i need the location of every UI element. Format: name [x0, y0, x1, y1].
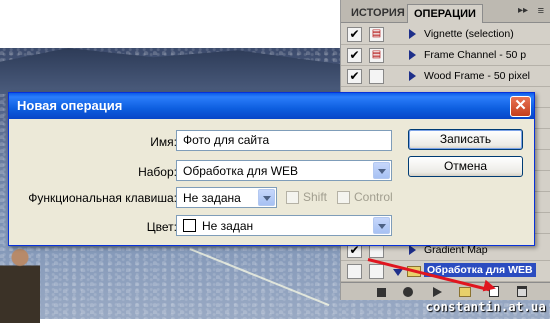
tab-history[interactable]: ИСТОРИЯ — [345, 4, 411, 23]
double-chevron-right-icon[interactable]: ▸▸ — [518, 5, 528, 16]
fisherman-figure — [0, 243, 40, 323]
checkbox-empty-icon[interactable] — [347, 264, 362, 279]
color-select[interactable]: Не задан — [176, 215, 392, 236]
function-key-label: Функциональная клавиша: — [28, 191, 177, 205]
set-select-value: Обработка для WEB — [183, 164, 299, 178]
chevron-down-icon[interactable] — [373, 217, 390, 234]
checkmark-icon[interactable]: ✔ — [347, 69, 362, 84]
watermark: constantin.at.ua — [425, 300, 546, 314]
function-key-value: Не задана — [183, 191, 241, 205]
action-label: Wood Frame - 50 pixel — [424, 70, 531, 82]
name-input[interactable]: Фото для сайта — [176, 130, 392, 151]
action-row[interactable]: ✔ Wood Frame - 50 pixel — [341, 66, 550, 87]
triangle-right-icon[interactable] — [409, 29, 416, 39]
function-key-select[interactable]: Не задана — [176, 187, 277, 208]
control-checkbox[interactable] — [337, 191, 350, 204]
triangle-right-icon[interactable] — [409, 245, 416, 255]
chevron-down-icon[interactable] — [258, 189, 275, 206]
new-action-dialog: Новая операция ✕ Имя: Фото для сайта Наб… — [8, 92, 535, 246]
checkmark-icon[interactable]: ✔ — [347, 48, 362, 63]
action-label: Frame Channel - 50 p — [424, 49, 527, 61]
color-label: Цвет: — [146, 220, 177, 234]
action-row[interactable]: ✔ ▤ Frame Channel - 50 p — [341, 45, 550, 66]
play-icon[interactable] — [433, 287, 442, 297]
mountain-ridge — [0, 48, 340, 94]
name-label: Имя: — [150, 135, 177, 149]
dialog-toggle-icon[interactable]: ▤ — [369, 27, 384, 42]
shift-label: Shift — [303, 190, 328, 204]
panel-bottom-toolbar — [341, 282, 550, 300]
new-set-icon[interactable] — [459, 287, 471, 297]
trash-icon[interactable] — [517, 286, 527, 297]
color-swatch-icon — [183, 219, 196, 232]
record-icon[interactable] — [403, 287, 413, 297]
action-row[interactable]: ✔ ▤ Vignette (selection) — [341, 24, 550, 45]
tab-actions[interactable]: ОПЕРАЦИИ — [407, 4, 483, 23]
panel-tab-bar: ИСТОРИЯ ОПЕРАЦИИ ▸▸ ≡ — [341, 0, 550, 23]
dialog-toggle-icon[interactable]: ▤ — [369, 48, 384, 63]
cancel-button[interactable]: Отмена — [408, 156, 523, 177]
triangle-right-icon[interactable] — [409, 50, 416, 60]
color-select-value: Не задан — [202, 219, 254, 233]
record-button[interactable]: Записать — [408, 129, 523, 150]
action-label: Vignette (selection) — [424, 28, 514, 40]
set-label: Набор: — [138, 165, 177, 179]
dialog-toggle-icon[interactable] — [369, 69, 384, 84]
panel-menu-icon[interactable]: ≡ — [538, 5, 544, 17]
fishing-line — [189, 248, 330, 307]
stop-icon[interactable] — [377, 288, 386, 297]
checkmark-icon[interactable]: ✔ — [347, 27, 362, 42]
close-icon[interactable]: ✕ — [510, 96, 531, 117]
triangle-down-icon[interactable] — [393, 269, 403, 276]
control-label: Control — [354, 190, 393, 204]
triangle-right-icon[interactable] — [409, 71, 416, 81]
chevron-down-icon[interactable] — [373, 162, 390, 179]
action-label: Обработка для WEB — [424, 263, 536, 277]
dialog-toggle-icon[interactable] — [369, 264, 384, 279]
shift-checkbox[interactable] — [286, 191, 299, 204]
dialog-title: Новая операция — [17, 98, 123, 113]
dialog-titlebar[interactable]: Новая операция ✕ — [9, 93, 534, 119]
set-select[interactable]: Обработка для WEB — [176, 160, 392, 181]
